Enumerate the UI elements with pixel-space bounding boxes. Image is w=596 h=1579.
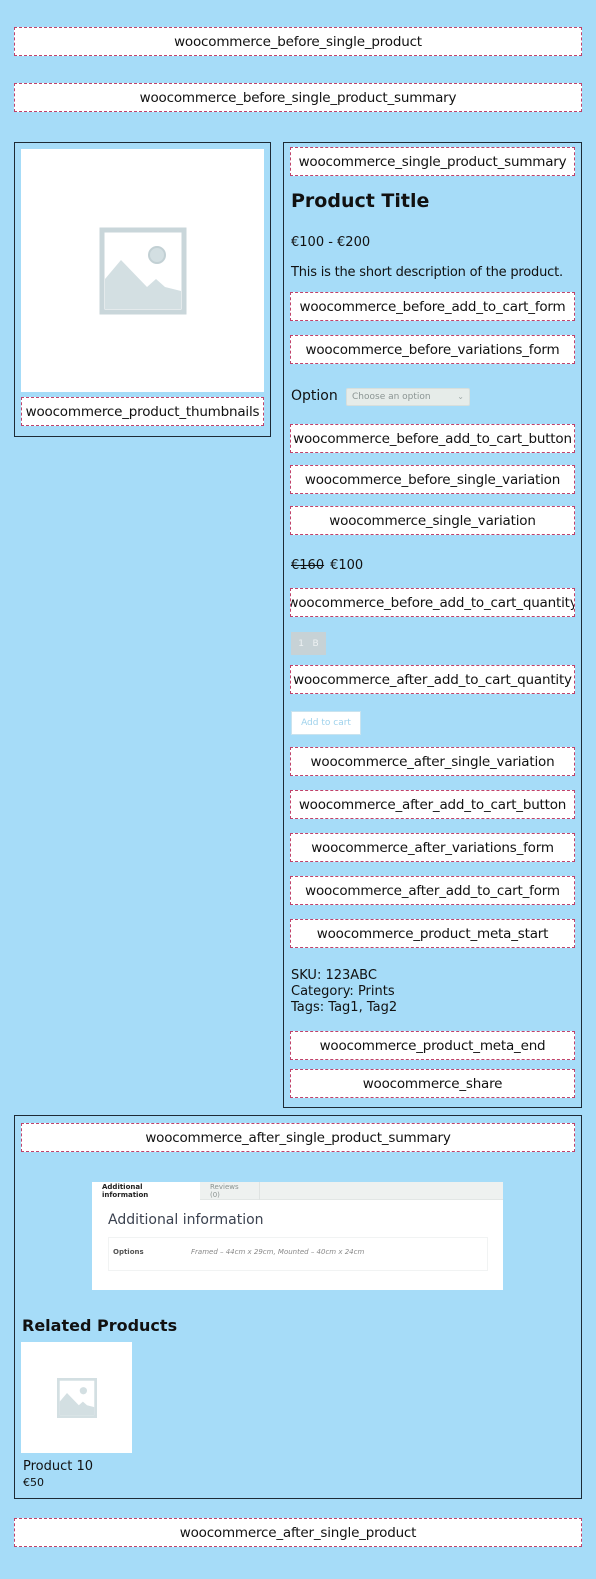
product-meta: SKU: 123ABC Category: Prints Tags: Tag1,… — [291, 968, 397, 1016]
hook-before-add-to-cart-button: woocommerce_before_add_to_cart_button — [290, 424, 575, 453]
hook-before-variations-form: woocommerce_before_variations_form — [290, 335, 575, 364]
hook-after-add-to-cart-form: woocommerce_after_add_to_cart_form — [290, 876, 575, 905]
product-tags[interactable]: Tags: Tag1, Tag2 — [291, 1000, 397, 1016]
option-label: Option — [291, 388, 338, 404]
quantity-value: 1 — [298, 638, 304, 649]
hook-after-single-product: woocommerce_after_single_product — [14, 1518, 582, 1547]
variation-price: €160 €100 — [291, 558, 363, 573]
related-product-price: €50 — [23, 1476, 44, 1489]
related-products-heading: Related Products — [22, 1316, 178, 1335]
hook-after-single-product-summary: woocommerce_after_single_product_summary — [21, 1123, 575, 1152]
hook-product-meta-start: woocommerce_product_meta_start — [290, 919, 575, 948]
hook-after-add-to-cart-quantity: woocommerce_after_add_to_cart_quantity — [290, 665, 575, 694]
hook-single-product-summary: woocommerce_single_product_summary — [290, 147, 575, 176]
related-product-image[interactable] — [21, 1342, 132, 1453]
hook-product-thumbnails: woocommerce_product_thumbnails — [21, 397, 264, 426]
product-gallery — [14, 142, 271, 437]
product-title: Product Title — [291, 190, 430, 212]
hook-single-variation: woocommerce_single_variation — [290, 506, 575, 535]
hook-after-variations-form: woocommerce_after_variations_form — [290, 833, 575, 862]
hook-after-add-to-cart-button: woocommerce_after_add_to_cart_button — [290, 790, 575, 819]
hook-before-add-to-cart-form: woocommerce_before_add_to_cart_form — [290, 292, 575, 321]
tabs-bar: Additional information Reviews (0) — [92, 1182, 503, 1200]
hook-after-single-variation: woocommerce_after_single_variation — [290, 747, 575, 776]
attribute-name: Options — [113, 1248, 144, 1256]
product-summary — [283, 142, 582, 1108]
tab-panel-heading: Additional information — [108, 1212, 264, 1228]
hook-before-add-to-cart-quantity: woocommerce_before_add_to_cart_quantity — [290, 588, 575, 617]
image-placeholder-icon — [99, 227, 186, 314]
product-tabs: Additional information Reviews (0) Addit… — [92, 1182, 503, 1290]
hook-share: woocommerce_share — [290, 1069, 575, 1098]
product-sku: SKU: 123ABC — [291, 968, 377, 983]
price-range: €100 - €200 — [291, 235, 371, 250]
hook-product-meta-end: woocommerce_product_meta_end — [290, 1031, 575, 1060]
hook-before-single-variation: woocommerce_before_single_variation — [290, 465, 575, 494]
hook-before-single-product: woocommerce_before_single_product — [14, 27, 582, 56]
attributes-table: Options Framed – 44cm x 29cm, Mounted – … — [108, 1237, 488, 1271]
tab-reviews[interactable]: Reviews (0) — [200, 1182, 260, 1200]
tab-additional-information[interactable]: Additional information — [92, 1182, 200, 1200]
hook-before-single-product-summary: woocommerce_before_single_product_summar… — [14, 83, 582, 112]
chevron-down-icon: ⌄ — [457, 392, 464, 401]
related-product-name[interactable]: Product 10 — [23, 1459, 93, 1474]
quantity-stepper[interactable]: B — [313, 639, 319, 649]
product-main-image[interactable] — [21, 149, 264, 392]
product-category[interactable]: Category: Prints — [291, 984, 397, 1000]
variation-sale-price: €100 — [330, 558, 364, 573]
image-placeholder-icon — [56, 1377, 97, 1418]
quantity-input[interactable]: 1 B — [291, 632, 326, 655]
add-to-cart-button[interactable]: Add to cart — [291, 711, 361, 735]
attribute-value: Framed – 44cm x 29cm, Mounted – 40cm x 2… — [191, 1248, 365, 1256]
short-description: This is the short description of the pro… — [291, 265, 563, 280]
option-select[interactable]: Choose an option ⌄ — [346, 388, 470, 406]
variation-old-price: €160 — [291, 558, 325, 573]
option-select-value: Choose an option — [352, 392, 431, 402]
